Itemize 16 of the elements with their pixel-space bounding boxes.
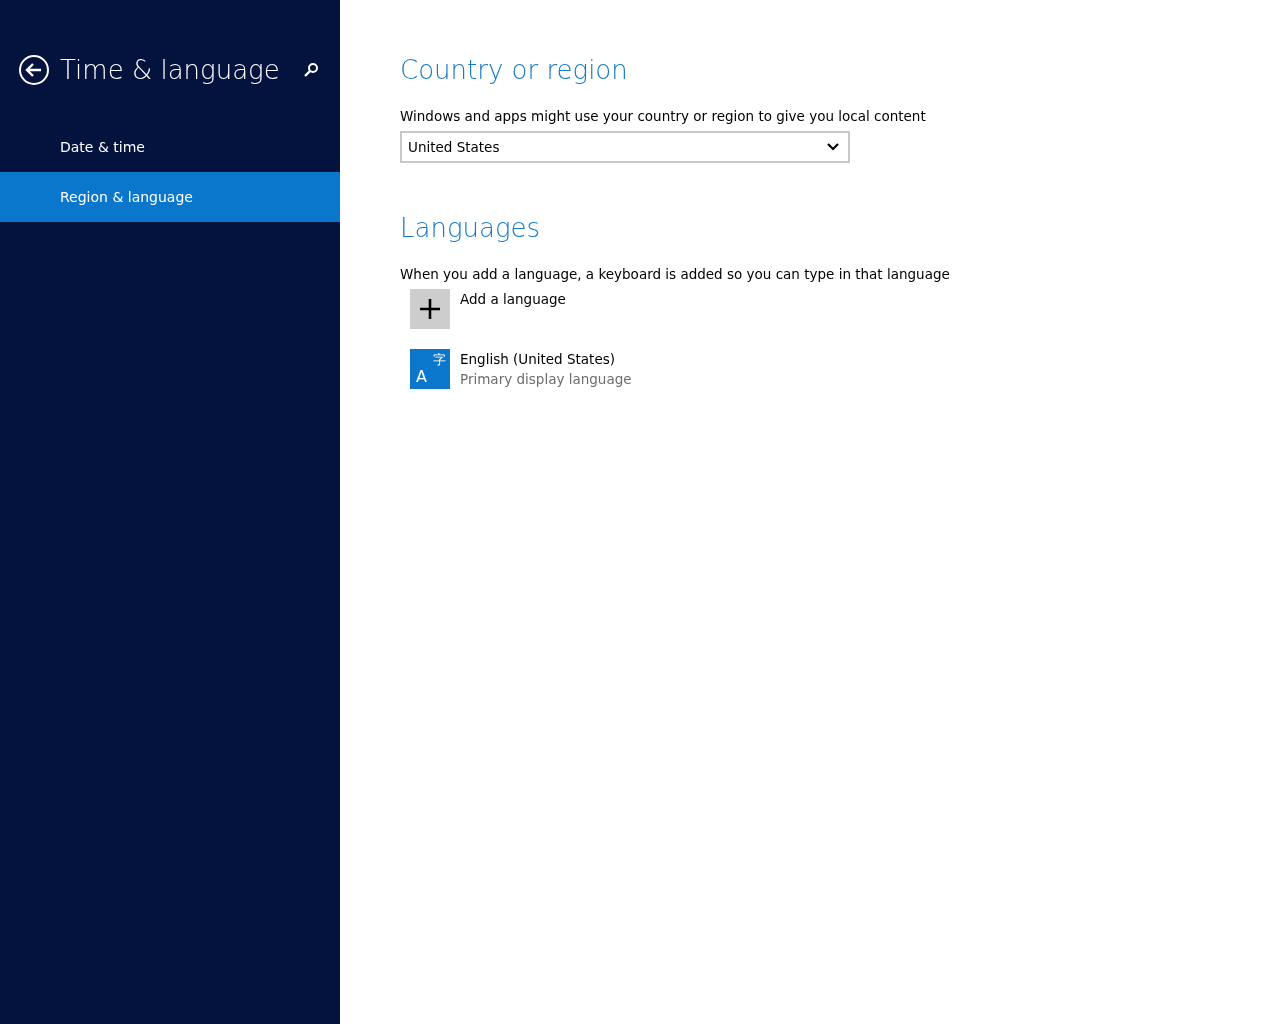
- plus-icon: [419, 298, 441, 320]
- section-description: Windows and apps might use your country or region to give you local content: [400, 107, 927, 126]
- section-description: When you add a language, a keyboard is added so you can type in that language: [400, 265, 951, 284]
- sidebar-item[interactable]: Date & time: [0, 122, 340, 172]
- section-heading: Languages: [400, 212, 542, 245]
- add-language-label: Add a language: [460, 290, 566, 309]
- back-button[interactable]: [18, 54, 50, 86]
- section-heading: Country or region: [400, 54, 629, 87]
- add-language-button[interactable]: [410, 289, 450, 329]
- page-title: Time & language: [60, 55, 281, 85]
- language-subtitle: Primary display language: [460, 370, 632, 389]
- language-name[interactable]: English (United States): [460, 349, 632, 369]
- country-dropdown[interactable]: United States: [400, 131, 850, 163]
- chevron-down-icon: [826, 142, 840, 152]
- sidebar-item[interactable]: Region & language: [0, 172, 340, 222]
- language-icon: A 字: [410, 349, 450, 389]
